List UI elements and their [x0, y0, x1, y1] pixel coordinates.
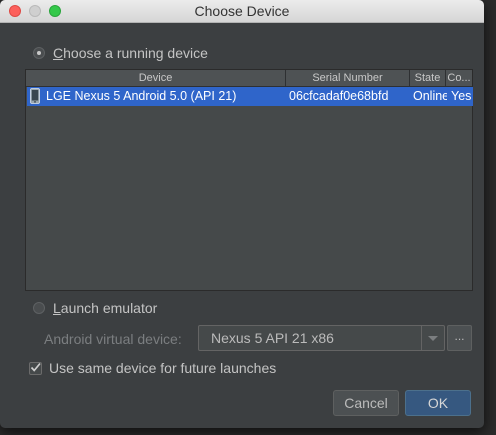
choose-running-device-radio[interactable]: [33, 47, 45, 59]
device-table[interactable]: Device Serial Number State Co... LGE Nex…: [25, 69, 473, 291]
checkmark-icon: [30, 362, 41, 372]
same-device-checkbox[interactable]: [29, 362, 42, 375]
table-header: Device Serial Number State Co...: [26, 70, 472, 87]
chevron-down-icon: [428, 336, 438, 341]
browse-avd-button[interactable]: ...: [447, 325, 472, 351]
dialog-title: Choose Device: [194, 3, 290, 19]
launch-emulator-radio[interactable]: [33, 302, 45, 314]
choose-device-dialog: Choose Device Choose a running device De…: [0, 0, 484, 428]
column-header-state[interactable]: State: [410, 70, 446, 86]
title-bar: Choose Device: [0, 0, 484, 23]
compatible-cell: Yes: [451, 89, 472, 103]
serial-number-cell: 06cfcadaf0e68bfd: [289, 89, 389, 103]
ok-button[interactable]: OK: [405, 390, 471, 416]
cancel-button[interactable]: Cancel: [333, 390, 399, 416]
choose-running-device-label[interactable]: Choose a running device: [53, 45, 208, 61]
android-virtual-device-select[interactable]: Nexus 5 API 21 x86: [198, 325, 445, 351]
android-virtual-device-label: Android virtual device:: [44, 331, 182, 347]
same-device-label[interactable]: Use same device for future launches: [49, 360, 276, 376]
state-cell: Online: [413, 89, 447, 103]
dropdown-arrow-button[interactable]: [421, 326, 444, 350]
column-header-serial-number[interactable]: Serial Number: [286, 70, 410, 86]
avd-selected-value: Nexus 5 API 21 x86: [211, 330, 334, 346]
column-header-device[interactable]: Device: [26, 70, 286, 86]
launch-emulator-label[interactable]: Launch emulator: [53, 300, 157, 316]
column-header-compatible[interactable]: Co...: [446, 70, 472, 86]
phone-icon: [30, 88, 40, 104]
device-cell: LGE Nexus 5 Android 5.0 (API 21): [46, 89, 237, 103]
table-row[interactable]: LGE Nexus 5 Android 5.0 (API 21) 06cfcad…: [27, 87, 473, 106]
